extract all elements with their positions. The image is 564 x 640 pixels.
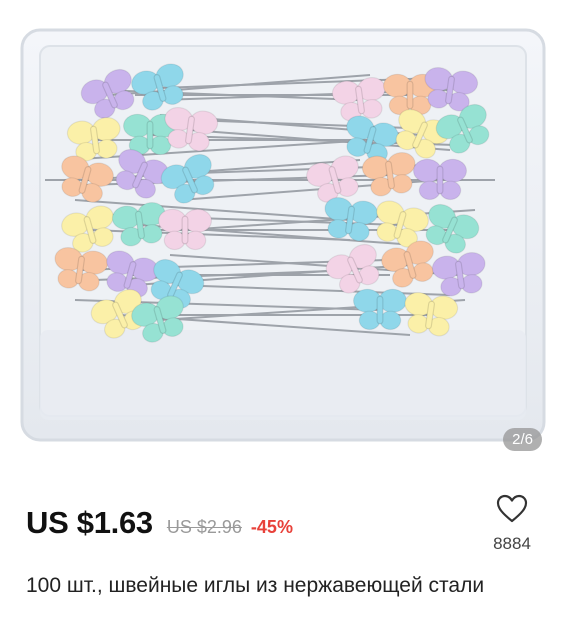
butterfly-pin-head — [412, 158, 468, 201]
wishlist-count: 8884 — [493, 534, 531, 553]
wishlist-button[interactable]: 8884 — [482, 494, 542, 554]
image-counter: 2/6 — [503, 428, 542, 451]
price-row: US $1.63 US $2.96 -45% — [26, 505, 293, 541]
product-image-gallery[interactable]: 2/6 — [0, 0, 564, 475]
product-photo — [20, 28, 546, 442]
discount-badge: -45% — [250, 517, 293, 537]
heart-icon[interactable] — [496, 494, 528, 524]
current-price: US $1.63 — [26, 505, 153, 540]
butterfly-pin-head — [352, 288, 408, 331]
butterfly-pin-head — [157, 208, 213, 251]
original-price: US $2.96 — [166, 517, 242, 537]
product-title: 100 шт., швейные иглы из нержавеющей ста… — [26, 574, 485, 597]
